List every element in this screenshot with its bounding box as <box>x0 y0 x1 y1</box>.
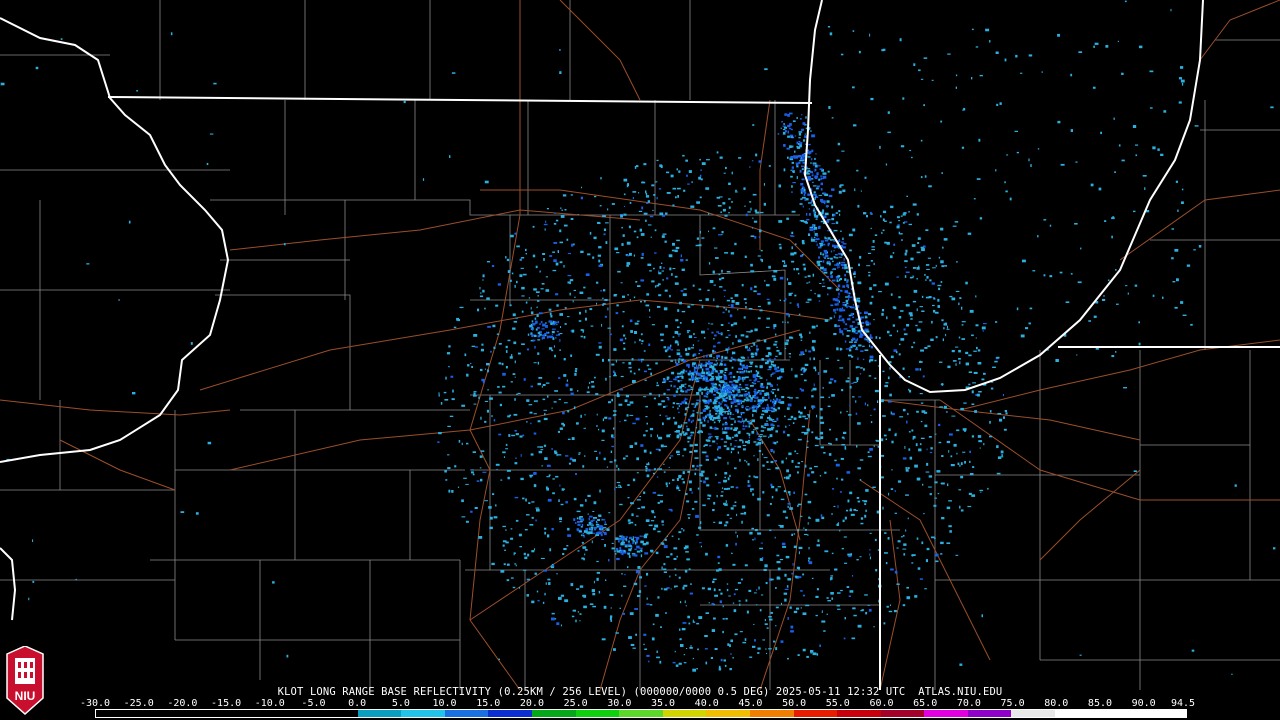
scale-segment <box>924 710 968 717</box>
scale-tick-label: 15.0 <box>476 698 501 709</box>
scale-tick-label: 20.0 <box>519 698 544 709</box>
scale-tick-label: 70.0 <box>956 698 981 709</box>
product-legend-title: KLOT LONG RANGE BASE REFLECTIVITY (0.25K… <box>277 686 1003 698</box>
scale-tick-label: 0.0 <box>348 698 367 709</box>
scale-segment <box>575 710 620 717</box>
scale-segment <box>662 710 707 717</box>
scale-tick-label: 50.0 <box>782 698 807 709</box>
scale-tick-label: 10.0 <box>432 698 457 709</box>
scale-segment <box>880 710 925 717</box>
scale-tick-labels: -30.0 -25.0 -20.0 -15.0 -10.0 -5.0 0.0 5.0 10.0 1… <box>80 698 1195 709</box>
scale-segment <box>967 710 1012 717</box>
scale-tick-label: -15.0 <box>211 698 242 709</box>
scale-tick-label: 75.0 <box>1000 698 1025 709</box>
scale-tick-label: 94.5 <box>1170 698 1196 709</box>
scale-tick-label: 35.0 <box>650 698 676 709</box>
scale-tick-label: 60.0 <box>869 698 894 709</box>
scale-tick-label: -25.0 <box>123 698 154 709</box>
scale-segment <box>401 710 445 717</box>
scale-tick-label: 85.0 <box>1087 698 1113 709</box>
scale-tick-label: 55.0 <box>825 698 850 709</box>
scale-segment <box>837 710 881 717</box>
scale-segment <box>1142 710 1186 717</box>
scale-tick-label: 40.0 <box>694 698 719 709</box>
scale-segment <box>706 710 750 717</box>
scale-tick-label: 5.0 <box>391 698 410 709</box>
scale-segment <box>793 710 838 717</box>
scale-tick-label: -5.0 <box>301 698 326 709</box>
scale-segment <box>1011 710 1056 717</box>
scale-tick-label: 25.0 <box>563 698 588 709</box>
radar-map <box>0 0 1280 720</box>
scale-segment <box>444 710 489 717</box>
scale-tick-label: 30.0 <box>607 698 632 709</box>
scale-tick-label: 45.0 <box>738 698 763 709</box>
scale-segment <box>619 710 663 717</box>
scale-tick-label: -20.0 <box>167 698 198 709</box>
scale-segment <box>96 710 140 717</box>
scale-tick-label: -30.0 <box>79 698 111 709</box>
scale-segment <box>270 710 314 717</box>
scale-segment <box>183 710 227 717</box>
scale-tick-label: 65.0 <box>913 698 938 709</box>
scale-segment <box>357 710 402 717</box>
scale-tick-label: 80.0 <box>1044 698 1069 709</box>
scale-tick-label: -10.0 <box>254 698 285 709</box>
scale-segment <box>226 710 271 717</box>
reflectivity-color-scale <box>95 709 1187 718</box>
scale-tick-label: 90.0 <box>1131 698 1156 709</box>
scale-segment <box>1098 710 1143 717</box>
scale-segment <box>488 710 532 717</box>
scale-segment <box>139 710 184 717</box>
scale-segment <box>1055 710 1099 717</box>
scale-segment <box>749 710 794 717</box>
scale-segment <box>531 710 576 717</box>
scale-segment <box>313 710 358 717</box>
niu-logo: NIU <box>6 646 44 716</box>
